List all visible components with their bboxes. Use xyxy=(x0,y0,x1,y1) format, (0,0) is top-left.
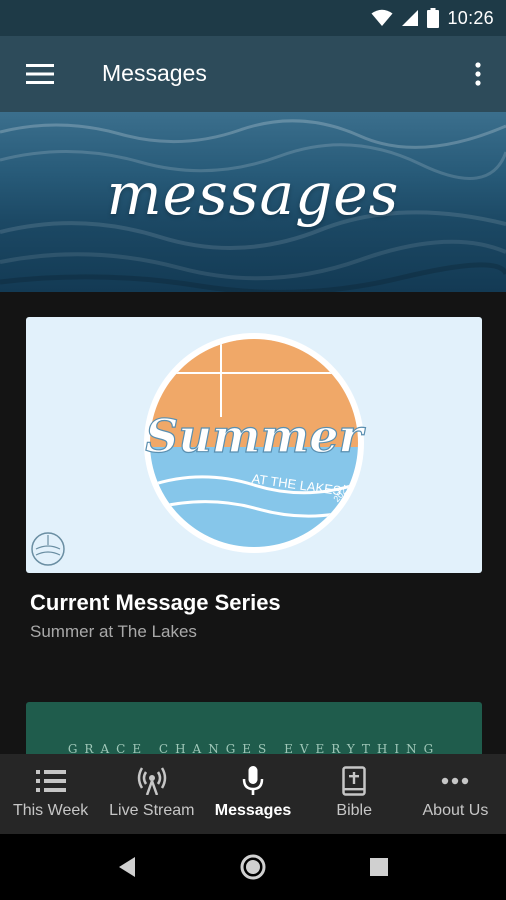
tab-label: Live Stream xyxy=(109,802,195,819)
tab-label: Bible xyxy=(336,802,372,819)
hero-title: messages xyxy=(106,160,400,228)
church-logo-icon xyxy=(31,532,65,566)
tab-messages[interactable]: Messages xyxy=(202,754,303,834)
hero-banner: messages xyxy=(0,112,506,292)
series-card-image[interactable]: Summer AT THE LAKES 2021 xyxy=(26,317,482,573)
battery-icon xyxy=(427,8,440,28)
tab-label: Messages xyxy=(214,802,292,819)
broadcast-icon xyxy=(137,766,167,796)
tab-about-us[interactable]: About Us xyxy=(405,754,506,834)
card2-text: GRACE CHANGES EVERYTHING xyxy=(67,742,441,754)
tab-label: This Week xyxy=(12,802,89,819)
more-horiz-icon xyxy=(441,766,469,796)
hamburger-menu-icon[interactable] xyxy=(20,56,60,92)
tab-label: About Us xyxy=(422,802,489,819)
series-subtitle: Summer at The Lakes xyxy=(30,622,197,641)
page-title: Messages xyxy=(102,60,207,86)
messages-list[interactable]: Summer AT THE LAKES 2021 Current Message… xyxy=(0,292,506,754)
tab-live-stream[interactable]: Live Stream xyxy=(101,754,202,834)
recents-icon[interactable] xyxy=(364,852,394,882)
status-time: 10:26 xyxy=(447,7,494,28)
list-icon xyxy=(35,766,66,796)
cell-signal-icon xyxy=(401,9,419,27)
status-bar: 10:26 xyxy=(0,0,506,36)
tab-this-week[interactable]: This Week xyxy=(0,754,101,834)
logo-text: Summer xyxy=(145,409,366,463)
microphone-icon xyxy=(241,766,265,796)
app-bar: Messages xyxy=(0,36,506,112)
series-card-image-2[interactable]: GRACE CHANGES EVERYTHING xyxy=(26,702,482,754)
system-nav-bar xyxy=(0,834,506,900)
bible-icon xyxy=(342,766,366,796)
bottom-nav: This Week Live Stream Messages Bible Abo… xyxy=(0,754,506,834)
home-icon[interactable] xyxy=(238,852,268,882)
wifi-icon xyxy=(371,9,393,27)
series-title[interactable]: Current Message Series xyxy=(30,590,281,616)
back-icon[interactable] xyxy=(112,852,142,882)
tab-bible[interactable]: Bible xyxy=(304,754,405,834)
more-vert-icon[interactable] xyxy=(464,56,492,92)
status-icons: 10:26 xyxy=(371,6,494,30)
